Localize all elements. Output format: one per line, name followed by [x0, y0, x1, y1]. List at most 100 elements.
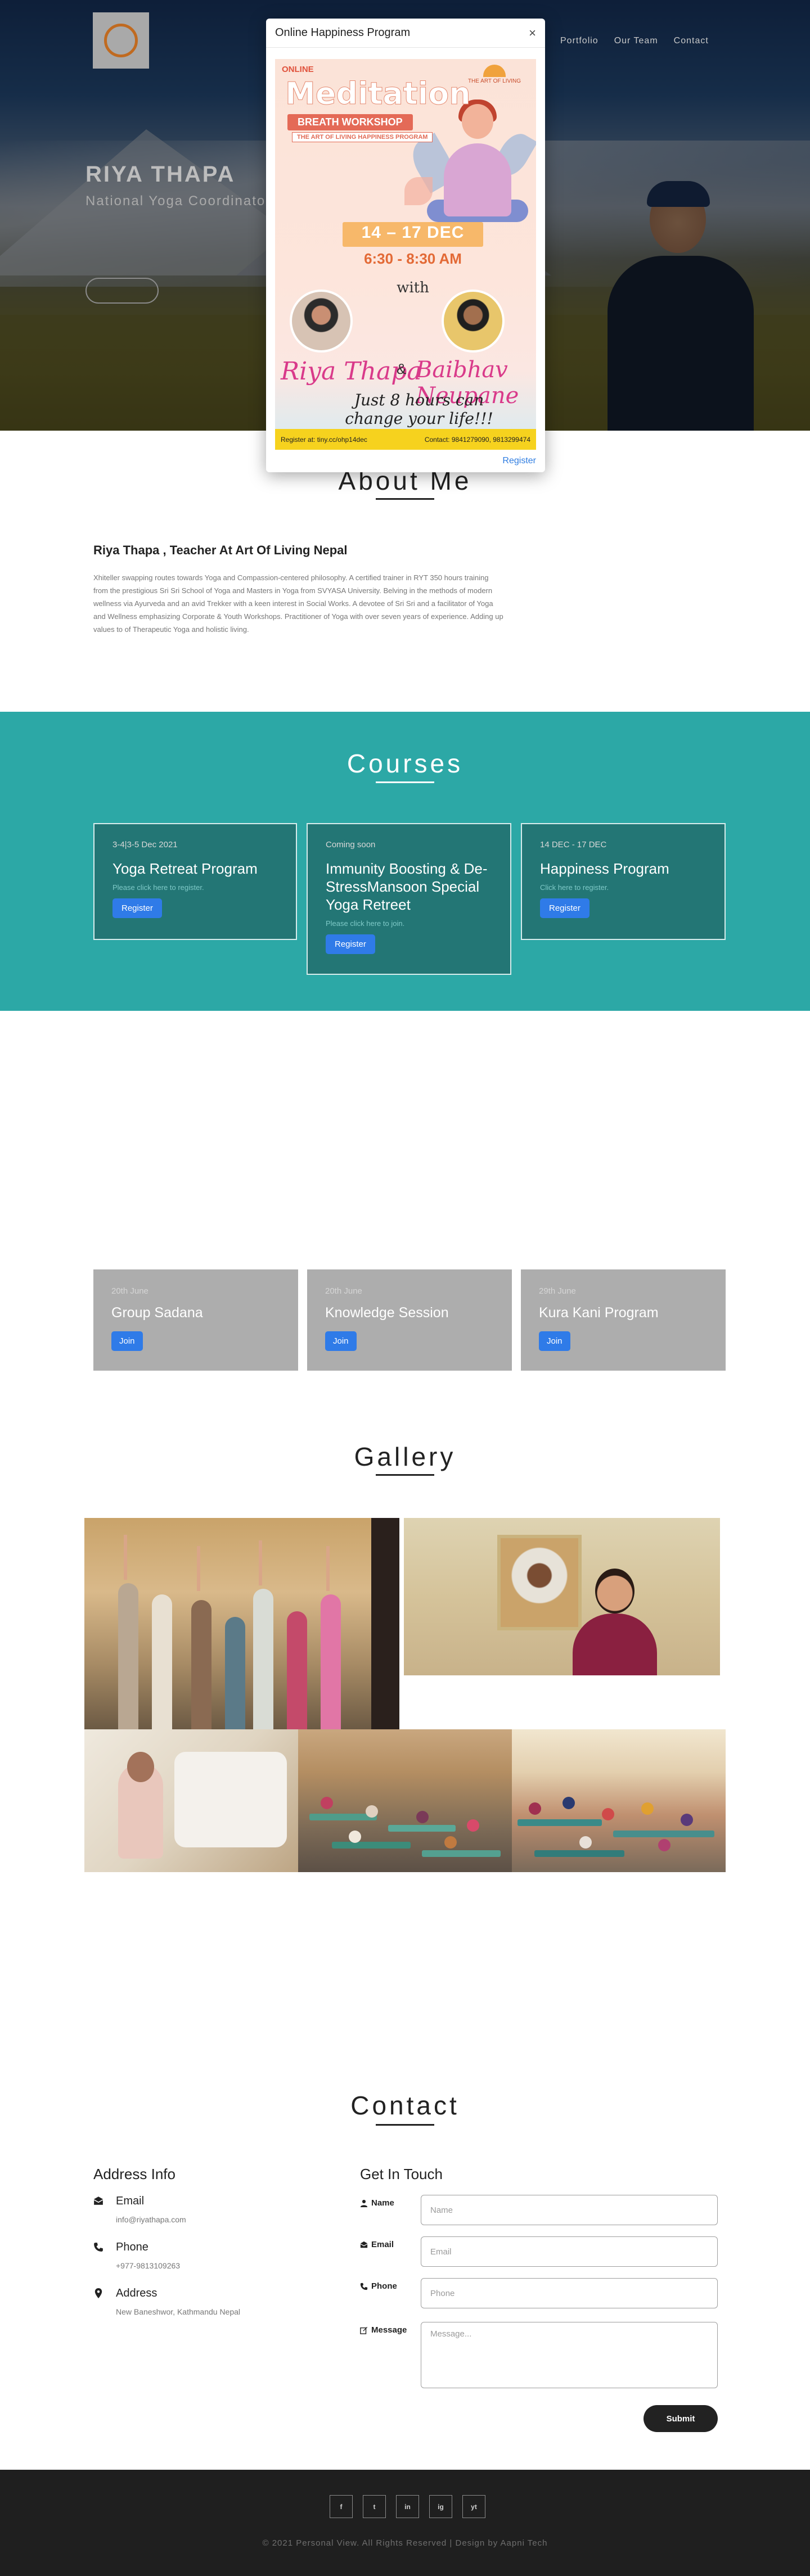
register-button[interactable]: Register — [540, 898, 590, 918]
address-value: New Baneshwor, Kathmandu Nepal — [116, 2307, 241, 2316]
register-button[interactable]: Register — [112, 898, 162, 918]
course-date: 3-4|3-5 Dec 2021 — [112, 840, 178, 849]
meditating-figure — [427, 93, 528, 222]
teacher-photo-1 — [290, 290, 353, 352]
hero-role: National Yoga Coordinator N — [86, 193, 287, 209]
site-footer: f t in ig yt © 2021 Personal View. All R… — [0, 2470, 810, 2576]
about-title-rule — [376, 498, 434, 500]
poster-contact: Contact: 9841279090, 9813299474 — [424, 435, 530, 444]
address-info-title: Address Info — [93, 2166, 176, 2182]
phone-value[interactable]: +977-9813109263 — [116, 2259, 262, 2272]
course-hint: Please click here to register. — [112, 883, 204, 892]
gallery-image[interactable] — [84, 1518, 399, 1729]
message-field-label: Message — [371, 2325, 407, 2335]
gallery-image[interactable] — [512, 1729, 726, 1872]
nav-portfolio[interactable]: Portfolio — [560, 36, 598, 46]
poster-dates: 14 – 17 DEC — [361, 223, 465, 242]
youtube-icon[interactable]: yt — [462, 2495, 485, 2518]
map-marker-icon — [94, 2288, 102, 2298]
poster-tagline: Just 8 hours can change your life!!! — [345, 391, 493, 428]
gallery-image[interactable] — [404, 1518, 720, 1675]
email-value[interactable]: info@riyathapa.com — [116, 2213, 262, 2226]
envelope-icon — [93, 2197, 104, 2205]
contact-title: Contact — [350, 2091, 460, 2120]
linkedin-icon[interactable]: in — [396, 2495, 419, 2518]
event-card: 29th June Kura Kani Program Join — [521, 1269, 726, 1371]
gallery-image[interactable] — [298, 1729, 512, 1872]
courses-section: Courses 3-4|3-5 Dec 2021 Yoga Retreat Pr… — [0, 712, 810, 1011]
poster-program-name: THE ART OF LIVING HAPPINESS PROGRAM — [292, 132, 433, 142]
nav-contact[interactable]: Contact — [674, 36, 709, 46]
gallery-image[interactable] — [84, 1729, 298, 1872]
close-icon[interactable]: × — [529, 26, 536, 40]
course-hint: Please click here to join. — [326, 919, 405, 928]
program-poster: ONLINE THE ART OF LIVING Meditation BREA… — [275, 59, 536, 450]
event-name: Group Sadana — [111, 1305, 203, 1321]
copyright: © 2021 Personal View. All Rights Reserve… — [262, 2538, 548, 2548]
course-name: Immunity Boosting & De-StressMansoon Spe… — [326, 860, 488, 913]
instagram-icon[interactable]: ig — [429, 2495, 452, 2518]
course-name: Yoga Retreat Program — [112, 860, 258, 877]
event-date: 20th June — [111, 1286, 148, 1296]
program-modal: Online Happiness Program × ONLINE THE AR… — [266, 19, 545, 472]
email-label: Email — [116, 2195, 145, 2207]
main-nav: Portfolio Our Team Contact — [560, 36, 709, 46]
poster-with: with — [397, 279, 429, 296]
courses-title: Courses — [346, 749, 464, 778]
poster-register-url: Register at: tiny.cc/ohp14dec — [281, 435, 367, 444]
social-links: f t in ig yt — [330, 2495, 485, 2518]
phone-label: Phone — [116, 2241, 148, 2253]
teacher-photo-2 — [442, 290, 505, 352]
hero-name: RIYA THAPA — [86, 162, 236, 187]
poster-online-label: ONLINE — [282, 65, 314, 74]
facebook-icon[interactable]: f — [330, 2495, 353, 2518]
get-in-touch-title: Get In Touch — [360, 2166, 443, 2182]
email-input[interactable] — [421, 2236, 718, 2267]
modal-title: Online Happiness Program — [275, 26, 411, 39]
event-card: 20th June Knowledge Session Join — [307, 1269, 512, 1371]
course-card: 3-4|3-5 Dec 2021 Yoga Retreat Program Pl… — [93, 823, 297, 940]
course-card: Coming soon Immunity Boosting & De-Stres… — [307, 823, 511, 975]
event-name: Kura Kani Program — [539, 1305, 659, 1321]
poster-headline: Meditation — [285, 76, 471, 112]
envelope-icon — [360, 2241, 368, 2248]
course-name: Happiness Program — [540, 860, 669, 877]
course-date: 14 DEC - 17 DEC — [540, 840, 607, 849]
course-card: 14 DEC - 17 DEC Happiness Program Click … — [521, 823, 726, 940]
poster-register-bar: Register at: tiny.cc/ohp14dec Contact: 9… — [275, 429, 536, 450]
gallery-title-rule — [376, 1474, 434, 1476]
join-button[interactable]: Join — [539, 1331, 570, 1351]
courses-title-rule — [376, 781, 434, 783]
phone-field-label: Phone — [371, 2281, 397, 2291]
event-date: 20th June — [325, 1286, 362, 1296]
event-card: 20th June Group Sadana Join — [93, 1269, 298, 1371]
about-text: Xhiteller swapping routes towards Yoga a… — [93, 573, 503, 634]
modal-register-link[interactable]: Register — [502, 456, 536, 466]
nav-our-team[interactable]: Our Team — [614, 36, 658, 46]
contact-title-rule — [376, 2124, 434, 2126]
poster-subheadline: BREATH WORKSHOP — [287, 114, 413, 130]
hero-cta-button[interactable] — [86, 278, 159, 304]
phone-icon — [94, 2243, 103, 2252]
about-heading: Riya Thapa , Teacher At Art Of Living Ne… — [93, 543, 348, 557]
event-name: Knowledge Session — [325, 1305, 449, 1321]
name-label: Name — [371, 2198, 394, 2208]
twitter-icon[interactable]: t — [363, 2495, 386, 2518]
name-input[interactable] — [421, 2195, 718, 2225]
phone-input[interactable] — [421, 2278, 718, 2308]
submit-button[interactable]: Submit — [644, 2405, 718, 2432]
site-logo[interactable] — [93, 12, 149, 69]
edit-icon — [360, 2326, 368, 2334]
poster-time: 6:30 - 8:30 AM — [364, 250, 462, 267]
user-icon — [360, 2199, 368, 2207]
art-of-living-logo: THE ART OF LIVING — [463, 65, 526, 91]
gallery-title: Gallery — [354, 1442, 456, 1471]
email-field-label: Email — [371, 2240, 394, 2249]
event-date: 29th June — [539, 1286, 576, 1296]
course-hint: Click here to register. — [540, 883, 609, 892]
join-button[interactable]: Join — [325, 1331, 357, 1351]
message-input[interactable] — [421, 2322, 718, 2388]
register-button[interactable]: Register — [326, 934, 375, 954]
phone-icon — [360, 2283, 368, 2290]
join-button[interactable]: Join — [111, 1331, 143, 1351]
